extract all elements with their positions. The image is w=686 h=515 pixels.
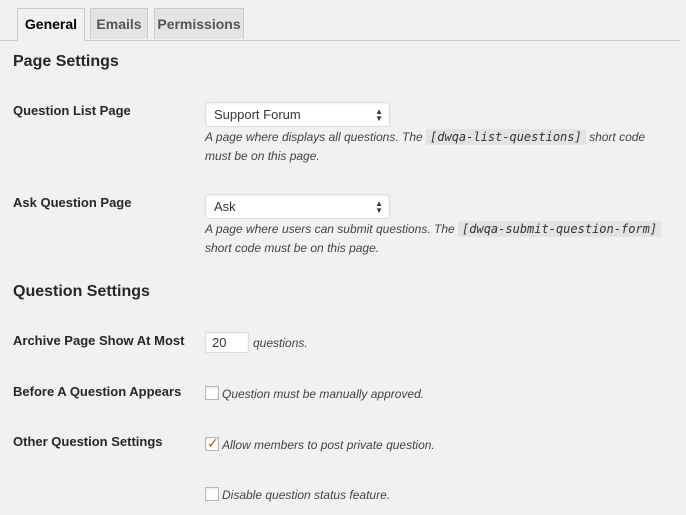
private-question-checkbox[interactable]: ✓: [205, 435, 219, 451]
question-list-page-selected: Support Forum: [214, 107, 301, 122]
before-question-label: Before A Question Appears: [13, 384, 182, 399]
manual-approval-checkbox[interactable]: [205, 386, 219, 400]
select-arrows-icon: ▲ ▼: [375, 106, 383, 123]
manual-approval-label: Question must be manually approved.: [222, 387, 425, 401]
tab-emails[interactable]: Emails: [90, 8, 148, 39]
question-list-page-select[interactable]: Support Forum ▲ ▼: [205, 102, 390, 127]
ask-question-page-label: Ask Question Page: [13, 195, 132, 210]
ask-question-page-description: A page where users can submit questions.…: [205, 220, 670, 258]
archive-page-count-input[interactable]: [205, 332, 249, 353]
private-question-label: Allow members to post private question.: [222, 438, 435, 452]
select-arrows-icon: ▲ ▼: [375, 198, 383, 215]
list-questions-shortcode: [dwqa-list-questions]: [426, 129, 586, 145]
settings-tabs: General Emails Permissions: [0, 0, 680, 41]
tab-general[interactable]: General: [17, 8, 85, 41]
archive-page-suffix: questions.: [253, 336, 308, 350]
submit-question-form-shortcode: [dwqa-submit-question-form]: [458, 221, 662, 237]
question-settings-heading: Question Settings: [13, 283, 150, 300]
disable-status-label: Disable question status feature.: [222, 488, 391, 502]
ask-question-page-select[interactable]: Ask ▲ ▼: [205, 194, 390, 219]
question-list-page-label: Question List Page: [13, 103, 131, 118]
page-settings-heading: Page Settings: [13, 53, 119, 70]
disable-status-checkbox[interactable]: [205, 487, 219, 501]
checkmark-icon: ✓: [207, 435, 219, 451]
other-settings-label: Other Question Settings: [13, 434, 163, 449]
question-list-page-description: A page where displays all questions. The…: [205, 129, 646, 163]
archive-page-label: Archive Page Show At Most: [13, 333, 185, 348]
ask-question-page-selected: Ask: [214, 199, 236, 214]
tab-permissions[interactable]: Permissions: [154, 8, 244, 39]
